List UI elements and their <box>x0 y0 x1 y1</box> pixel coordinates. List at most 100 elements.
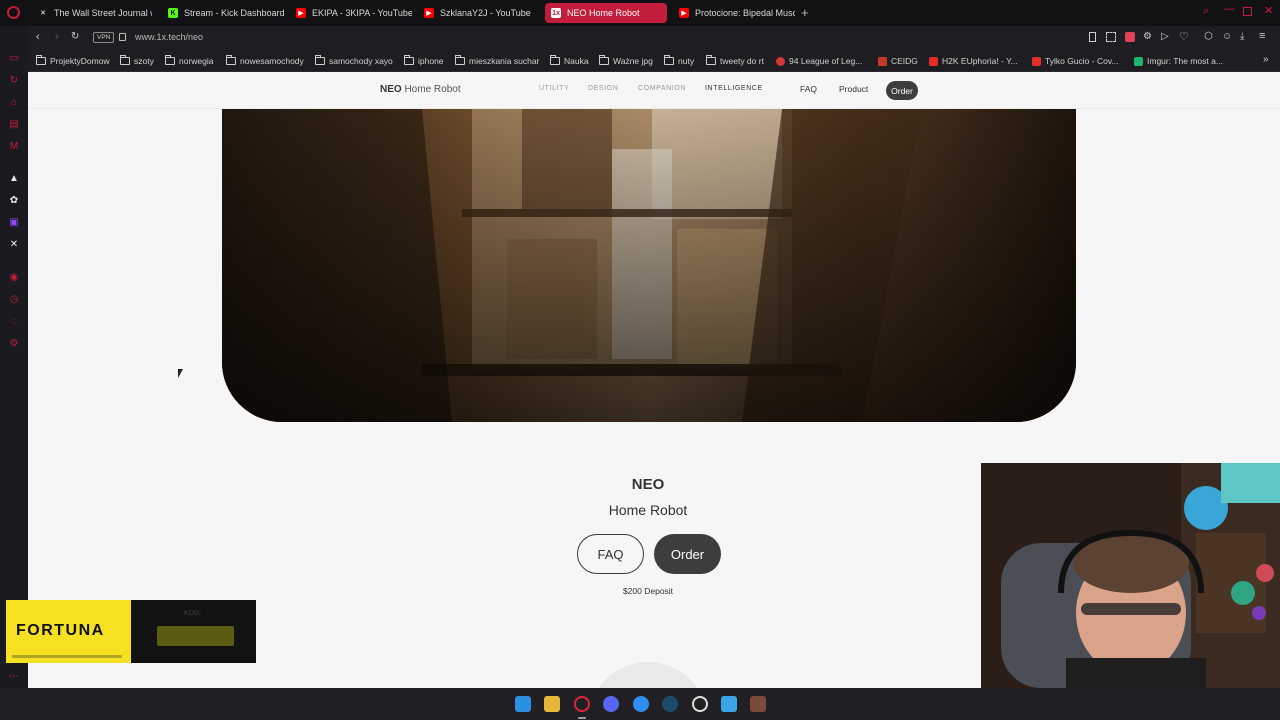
tab-kick[interactable]: K Stream - Kick Dashboard <box>162 3 284 23</box>
tab-wsj[interactable]: ✕ The Wall Street Journal w <box>32 3 152 23</box>
mail-icon[interactable]: M <box>8 140 20 152</box>
opera-icon[interactable] <box>574 696 590 712</box>
site-logo[interactable]: NEO Home Robot <box>380 84 461 95</box>
player-icon[interactable]: ◉ <box>8 271 20 283</box>
bookmark-folder[interactable]: nowesamochody <box>226 54 304 68</box>
bookmark-site[interactable]: CEIDG <box>878 54 918 68</box>
nav-faq-link[interactable]: FAQ <box>800 84 817 94</box>
heart-icon[interactable]: ♡ <box>1179 30 1189 43</box>
folder-icon <box>664 55 674 65</box>
youtube-icon: ▶ <box>296 8 306 18</box>
deposit-text: $200 Deposit <box>622 586 674 596</box>
folder-icon <box>599 55 609 65</box>
order-button[interactable]: Order <box>654 534 721 574</box>
close-icon[interactable]: ✕ <box>1264 4 1273 17</box>
x-icon[interactable]: ✕ <box>8 238 20 250</box>
new-tab-icon[interactable]: + <box>801 5 809 20</box>
product-title: NEO <box>631 476 665 493</box>
folder-icon <box>315 55 325 65</box>
fortuna-ad-overlay: FORTUNA KOD: <box>6 600 256 663</box>
bookmark-page-icon[interactable] <box>1089 32 1096 42</box>
bookmark-label: H2K EUphoria! - Y... <box>942 56 1018 66</box>
tab-neo-home-robot[interactable]: 1x NEO Home Robot <box>545 3 667 23</box>
forward-icon[interactable]: › <box>55 31 59 43</box>
hero-video[interactable] <box>222 109 1076 422</box>
file-explorer-icon[interactable] <box>544 696 560 712</box>
nav-order-button[interactable]: Order <box>886 81 918 100</box>
bookmark-folder[interactable]: mieszkania suchar <box>455 54 539 68</box>
search-tabs-icon[interactable]: ⌕ <box>1203 5 1209 18</box>
bookmark-folder[interactable]: szoty <box>120 54 154 68</box>
opera-logo-icon[interactable] <box>7 6 20 19</box>
nav-product-link[interactable]: Product <box>839 84 868 94</box>
bookmark-folder[interactable]: iphone <box>404 54 444 68</box>
nav-intelligence[interactable]: INTELLIGENCE <box>705 85 763 92</box>
reload-icon[interactable]: ↻ <box>71 31 79 42</box>
bookmark-folder[interactable]: nuty <box>664 54 694 68</box>
bookmark-folder[interactable]: samochody xayo <box>315 54 393 68</box>
imgur-icon <box>1134 56 1143 66</box>
pocket-icon[interactable] <box>1125 32 1135 42</box>
tab-szklana[interactable]: ▶ SzklanaY2J - YouTube <box>418 3 540 23</box>
minimize-icon[interactable]: — <box>1224 3 1235 15</box>
tab-ekipa[interactable]: ▶ EKIPA - 3KIPA - YouTube <box>290 3 412 23</box>
tab-label: Stream - Kick Dashboard <box>184 8 284 18</box>
nav-design[interactable]: DESIGN <box>588 85 618 92</box>
bookmark-folder[interactable]: tweety do rt <box>706 54 764 68</box>
nav-utility[interactable]: UTILITY <box>539 85 569 92</box>
url-field[interactable]: www.1x.tech/neo <box>135 32 203 42</box>
product-subtitle: Home Robot <box>608 502 688 518</box>
news-icon[interactable]: ▤ <box>8 118 20 130</box>
cube-icon[interactable]: ⬡ <box>1204 31 1213 42</box>
tab-protoclone[interactable]: ▶ Protocione: Bipedal Musc <box>673 3 795 23</box>
speed-dial-icon[interactable]: ▭ <box>8 52 20 64</box>
messenger-icon[interactable]: ◌ <box>8 315 20 327</box>
clock-icon[interactable]: ◷ <box>8 293 20 305</box>
brand-light: Home Robot <box>404 84 461 95</box>
menu-icon[interactable]: ≡ <box>1259 30 1265 42</box>
chatgpt-icon[interactable]: ✿ <box>8 194 20 206</box>
aria-icon[interactable]: ▲ <box>8 172 20 184</box>
snapshot-icon[interactable] <box>1106 32 1116 42</box>
bookmark-folder[interactable]: norwegia <box>165 54 214 68</box>
discord-icon[interactable] <box>603 696 619 712</box>
more-bookmarks-icon[interactable]: » <box>1263 54 1269 65</box>
wallet-icon[interactable]: ⌂ <box>8 96 20 108</box>
bookmark-folder[interactable]: Nauka <box>550 54 589 68</box>
bookmark-folder[interactable]: ProjektyDomow <box>36 54 110 68</box>
youtube-icon: ▶ <box>679 8 689 18</box>
profile-icon[interactable]: ☺ <box>1222 31 1232 42</box>
bookmark-label: norwegia <box>179 56 214 66</box>
windows-taskbar <box>0 688 1280 720</box>
windows-start-icon[interactable] <box>515 696 531 712</box>
messenger-icon[interactable] <box>633 696 649 712</box>
history-icon[interactable]: ↻ <box>8 74 20 86</box>
bookmark-site[interactable]: H2K EUphoria! - Y... <box>929 54 1018 68</box>
download-icon[interactable]: ⤓ <box>1240 31 1244 42</box>
bookmark-folder[interactable]: Ważne jpg <box>599 54 653 68</box>
obs-icon[interactable] <box>692 696 708 712</box>
play-icon[interactable]: ▷ <box>1161 31 1169 42</box>
ceidg-icon <box>878 56 887 66</box>
bookmark-label: Ważne jpg <box>613 56 653 66</box>
notepad-icon[interactable] <box>721 696 737 712</box>
app-icon[interactable] <box>750 696 766 712</box>
bookmark-label: Imgur: The most a... <box>1147 56 1223 66</box>
more-icon[interactable]: ⋯ <box>8 670 20 682</box>
settings-icon[interactable]: ⚙ <box>8 337 20 349</box>
faq-button[interactable]: FAQ <box>577 534 644 574</box>
steam-icon[interactable] <box>662 696 678 712</box>
extensions-icon[interactable]: ⚙ <box>1143 31 1152 42</box>
maximize-icon[interactable] <box>1243 7 1252 16</box>
fortuna-logo: FORTUNA <box>16 622 105 639</box>
bookmark-site[interactable]: Tylko Gucio - Cov... <box>1032 54 1119 68</box>
vpn-badge[interactable]: VPN <box>93 32 115 43</box>
twitch-icon[interactable]: ▣ <box>8 216 20 228</box>
kick-icon: K <box>168 8 178 18</box>
back-icon[interactable]: ‹ <box>36 31 40 43</box>
league-icon <box>776 56 785 66</box>
bookmark-site[interactable]: Imgur: The most a... <box>1134 54 1223 68</box>
nav-companion[interactable]: COMPANION <box>638 85 686 92</box>
bookmark-site[interactable]: 94 League of Leg... <box>776 54 862 68</box>
bookmark-label: mieszkania suchar <box>469 56 540 66</box>
